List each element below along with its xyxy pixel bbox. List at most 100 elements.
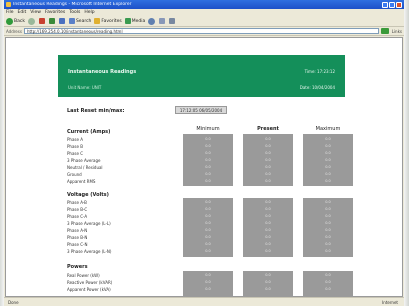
value-cell: 0.0	[265, 249, 271, 253]
row-label: Phase A-N	[67, 228, 88, 233]
title-bar[interactable]: Instantaneous Readings - Microsoft Inter…	[4, 0, 404, 9]
window-title: Instantaneous Readings - Microsoft Inter…	[13, 2, 132, 7]
value-cell: 0.0	[325, 221, 331, 225]
row-label: Reactive Power (kVAR)	[67, 280, 113, 285]
close-button[interactable]	[396, 1, 402, 8]
value-cell: 0.0	[205, 144, 211, 148]
powers-minimum-block: 0.0 0.0 0.0	[183, 271, 233, 296]
value-cell: 0.0	[205, 165, 211, 169]
ie-logo-icon	[6, 2, 11, 7]
browser-window: Instantaneous Readings - Microsoft Inter…	[4, 0, 404, 306]
menu-favorites[interactable]: Favorites	[45, 10, 65, 15]
value-cell: 0.0	[325, 144, 331, 148]
menu-edit[interactable]: Edit	[18, 10, 27, 15]
value-cell: 0.0	[325, 207, 331, 211]
search-button[interactable]: Search	[68, 18, 91, 24]
row-label: 3 Phase Average (L-L)	[67, 221, 111, 226]
go-button[interactable]	[380, 28, 389, 34]
value-cell: 0.0	[205, 280, 211, 284]
value-cell: 0.0	[265, 221, 271, 225]
current-present-block: 0.0 0.0 0.0 0.0 0.0 0.0 0.0	[243, 134, 293, 186]
row-label: Ground	[67, 172, 82, 177]
menu-help[interactable]: Help	[84, 10, 94, 15]
value-cell: 0.0	[325, 249, 331, 253]
value-cell: 0.0	[205, 200, 211, 204]
column-minimum: Minimum	[196, 126, 220, 132]
refresh-button[interactable]	[48, 18, 56, 24]
media-button[interactable]: Media	[124, 18, 146, 24]
address-input[interactable]: http://169.254.0.10/instantaneous/readin…	[23, 28, 379, 34]
unit-name: Unit Name: UNIT	[68, 85, 102, 90]
last-reset-value: 17:12:05 06/05/2004	[175, 106, 227, 114]
media-label: Media	[131, 18, 146, 24]
value-cell: 0.0	[265, 207, 271, 211]
row-label: Real Power (kW)	[67, 273, 100, 278]
value-cell: 0.0	[265, 172, 271, 176]
history-button[interactable]	[148, 17, 156, 25]
home-button[interactable]	[58, 18, 66, 24]
forward-button[interactable]	[27, 17, 36, 25]
value-cell: 0.0	[325, 280, 331, 284]
powers-present-block: 0.0 0.0 0.0	[243, 271, 293, 296]
value-cell: 0.0	[205, 287, 211, 291]
value-cell: 0.0	[325, 273, 331, 277]
back-button[interactable]: Back	[6, 17, 25, 25]
value-cell: 0.0	[325, 214, 331, 218]
value-cell: 0.0	[265, 179, 271, 183]
minimize-button[interactable]	[382, 1, 388, 8]
value-cell: 0.0	[205, 214, 211, 218]
section-current-title: Current (Amps)	[67, 129, 111, 135]
security-zone: Internet	[382, 299, 398, 305]
value-cell: 0.0	[265, 144, 271, 148]
row-label: Phase B	[67, 144, 83, 149]
section-powers-title: Powers	[67, 264, 88, 270]
menu-file[interactable]: File	[6, 10, 14, 15]
favorites-label: Favorites	[101, 18, 122, 24]
favorites-button[interactable]: Favorites	[94, 18, 122, 24]
last-reset-label: Last Reset min/max:	[67, 108, 125, 114]
value-cell: 0.0	[325, 242, 331, 246]
value-cell: 0.0	[325, 151, 331, 155]
row-label: Apparent Power (kVA)	[67, 287, 111, 292]
row-label: Phase C-A	[67, 214, 88, 219]
address-url: http://169.254.0.10/instantaneous/readin…	[26, 28, 123, 34]
status-text: Done	[8, 299, 19, 305]
header-banner: Instantaneous Readings Unit Name: UNIT T…	[58, 55, 345, 97]
stop-button[interactable]	[38, 18, 46, 24]
value-cell: 0.0	[205, 172, 211, 176]
address-label: Address	[6, 28, 22, 34]
value-cell: 0.0	[265, 137, 271, 141]
print-icon	[169, 18, 176, 24]
value-cell: 0.0	[265, 280, 271, 284]
page-content: Instantaneous Readings Unit Name: UNIT T…	[5, 37, 403, 297]
value-cell: 0.0	[205, 207, 211, 211]
value-cell: 0.0	[265, 151, 271, 155]
maximize-button[interactable]	[389, 1, 395, 8]
mail-button[interactable]	[159, 18, 166, 24]
star-icon	[94, 18, 101, 24]
value-cell: 0.0	[325, 228, 331, 232]
value-cell: 0.0	[265, 214, 271, 218]
menu-tools[interactable]: Tools	[69, 10, 80, 15]
voltage-minimum-block: 0.0 0.0 0.0 0.0 0.0 0.0 0.0 0.0	[183, 198, 233, 257]
row-label: 3 Phase Average	[67, 158, 101, 163]
row-label: Phase A-B	[67, 200, 87, 205]
current-time: Time: 17:23:12	[304, 69, 335, 74]
section-voltage-title: Voltage (Volts)	[67, 192, 109, 198]
print-button[interactable]	[169, 18, 176, 24]
value-cell: 0.0	[325, 179, 331, 183]
media-icon	[124, 18, 131, 24]
value-cell: 0.0	[205, 235, 211, 239]
row-label: Apparent RMS	[67, 179, 96, 184]
page-title: Instantaneous Readings	[68, 69, 137, 75]
home-icon	[58, 18, 65, 24]
back-arrow-icon	[6, 17, 13, 25]
value-cell: 0.0	[325, 158, 331, 162]
links-label[interactable]: Links	[392, 29, 402, 34]
value-cell: 0.0	[325, 172, 331, 176]
search-icon	[68, 18, 75, 24]
value-cell: 0.0	[325, 287, 331, 291]
menu-bar: File Edit View Favorites Tools Help	[4, 9, 404, 16]
menu-view[interactable]: View	[30, 10, 41, 15]
value-cell: 0.0	[325, 200, 331, 204]
